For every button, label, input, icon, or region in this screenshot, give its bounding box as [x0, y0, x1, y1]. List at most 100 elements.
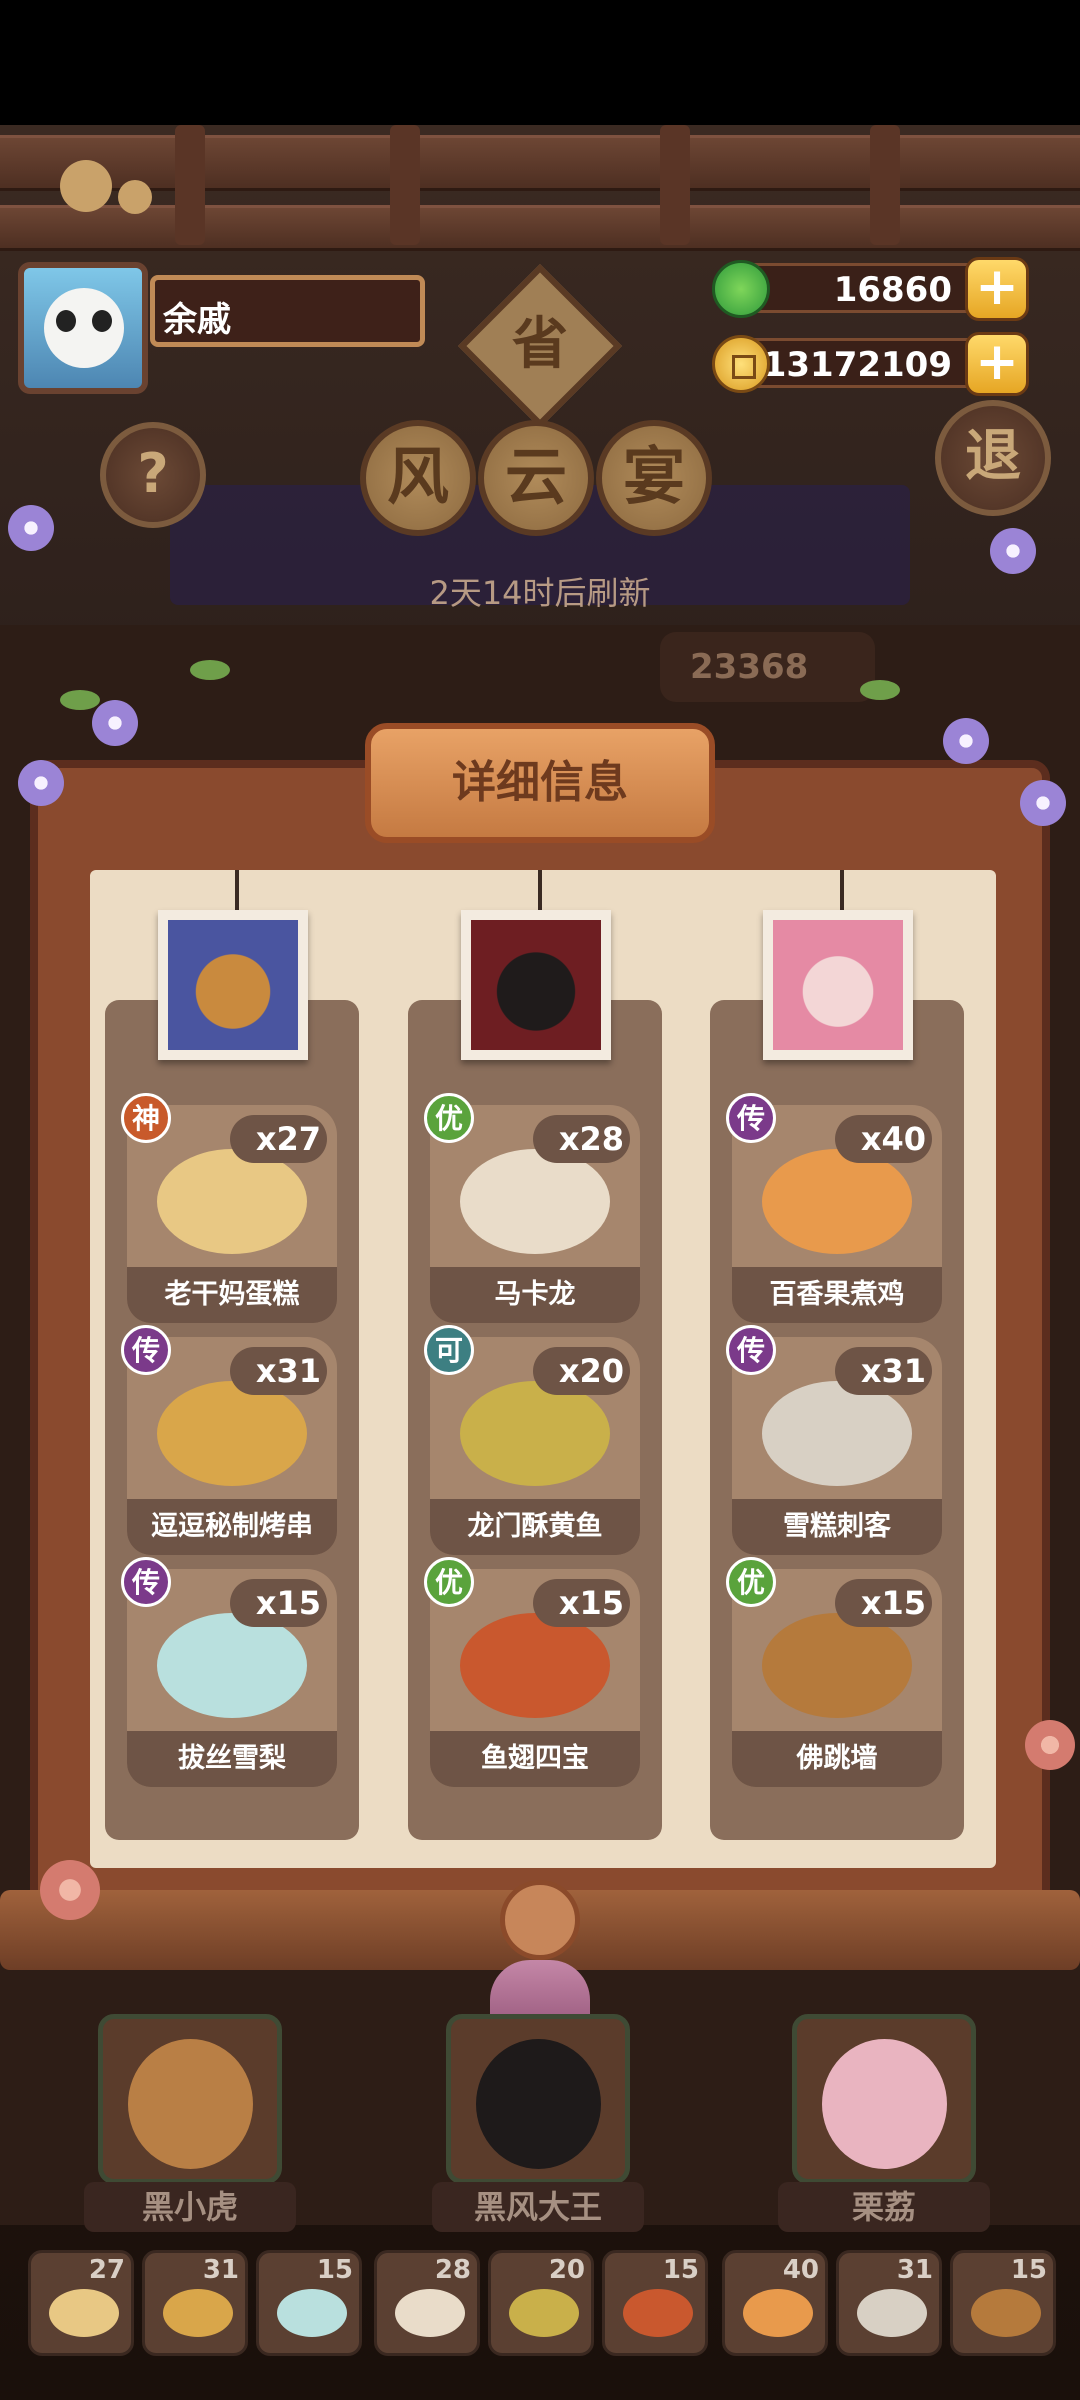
dish-count: x15	[532, 1579, 630, 1627]
hero-card[interactable]	[446, 2014, 630, 2184]
flower-icon	[990, 528, 1036, 574]
title-char-yan: 宴	[596, 420, 712, 536]
panda-icon	[44, 288, 124, 368]
mini-count: 15	[662, 2255, 699, 2285]
add-coin-button[interactable]: +	[965, 332, 1029, 396]
fish-icon	[460, 1381, 610, 1486]
dish-card[interactable]: x40 传 百香果煮鸡	[726, 1093, 942, 1323]
mini-dish-slot[interactable]: 15	[602, 2250, 708, 2356]
score-display: 23368	[660, 632, 875, 702]
player-name: 余戚	[163, 300, 231, 340]
mini-count: 31	[896, 2255, 933, 2285]
player-avatar[interactable]	[18, 262, 148, 394]
chicken-icon	[762, 1149, 912, 1254]
knot-icon	[500, 1880, 580, 1960]
dish-name: 逗逗秘制烤串	[127, 1499, 337, 1555]
platter-icon	[623, 2289, 693, 2337]
roof-post	[175, 125, 205, 245]
dish-name: 龙门酥黄鱼	[430, 1499, 640, 1555]
pink-girl-icon	[773, 920, 903, 1050]
mini-count: 20	[548, 2255, 585, 2285]
flower-icon	[92, 700, 138, 746]
skewer-icon	[163, 2289, 233, 2337]
dish-name: 马卡龙	[430, 1267, 640, 1323]
dish-count: x15	[229, 1579, 327, 1627]
jade-value: 16860	[833, 270, 952, 310]
chick-icon	[60, 160, 112, 212]
cake-icon	[49, 2289, 119, 2337]
flower-icon	[8, 505, 54, 551]
dish-card[interactable]: x31 传 雪糕刺客	[726, 1325, 942, 1555]
chick-small-icon	[118, 180, 152, 214]
macaron-icon	[460, 1149, 610, 1254]
mini-dish-slot[interactable]: 28	[374, 2250, 480, 2356]
dish-card[interactable]: x28 优 马卡龙	[424, 1093, 640, 1323]
rarity-badge: 传	[121, 1557, 171, 1607]
rarity-badge: 可	[424, 1325, 474, 1375]
mini-count: 31	[202, 2255, 239, 2285]
rarity-badge: 优	[424, 1093, 474, 1143]
soup-pot-icon	[762, 1613, 912, 1718]
dish-name: 鱼翅四宝	[430, 1731, 640, 1787]
mini-dish-slot[interactable]: 31	[142, 2250, 248, 2356]
coin-value: 13172109	[762, 345, 952, 385]
title-char-yun: 云	[478, 420, 594, 536]
province-char: 省	[512, 312, 568, 377]
blossom-icon	[1025, 1720, 1075, 1770]
pear-icon	[277, 2289, 347, 2337]
player-name-plate: 余戚	[150, 275, 425, 347]
roof-beam	[0, 135, 1080, 191]
panel-title: 详细信息	[452, 757, 628, 808]
dish-card[interactable]: x27 神 老干妈蛋糕	[121, 1093, 337, 1323]
roof-post	[660, 125, 690, 245]
dish-count: x28	[532, 1115, 630, 1163]
exit-button[interactable]: 退	[935, 400, 1051, 516]
rarity-badge: 神	[121, 1093, 171, 1143]
dish-count: x31	[229, 1347, 327, 1395]
dish-card[interactable]: x31 传 逗逗秘制烤串	[121, 1325, 337, 1555]
dish-name: 佛跳墙	[732, 1731, 942, 1787]
hanging-string	[235, 870, 239, 910]
title-char-feng: 风	[360, 420, 476, 536]
dish-count: x31	[834, 1347, 932, 1395]
dish-count: x20	[532, 1347, 630, 1395]
add-jade-button[interactable]: +	[965, 257, 1029, 321]
mini-dish-slot[interactable]: 15	[950, 2250, 1056, 2356]
dish-name: 拔丝雪梨	[127, 1731, 337, 1787]
rarity-badge: 优	[726, 1557, 776, 1607]
gold-coin-icon	[712, 335, 770, 393]
mini-dish-slot[interactable]: 40	[722, 2250, 828, 2356]
dish-card[interactable]: x15 传 拔丝雪梨	[121, 1557, 337, 1787]
chicken-icon	[743, 2289, 813, 2337]
rarity-badge: 传	[121, 1325, 171, 1375]
help-button[interactable]: ?	[100, 422, 206, 528]
mini-dish-slot[interactable]: 31	[836, 2250, 942, 2356]
macaron-icon	[395, 2289, 465, 2337]
rarity-badge: 传	[726, 1093, 776, 1143]
portrait-bear[interactable]	[158, 910, 308, 1060]
mini-dish-slot[interactable]: 27	[28, 2250, 134, 2356]
hanging-string	[538, 870, 542, 910]
icecream-icon	[857, 2289, 927, 2337]
mini-dish-slot[interactable]: 15	[256, 2250, 362, 2356]
dish-card[interactable]: x15 优 佛跳墙	[726, 1557, 942, 1787]
hero-card[interactable]	[792, 2014, 976, 2184]
roof-post	[870, 125, 900, 245]
portrait-black-bear[interactable]	[461, 910, 611, 1060]
refresh-timer: 2天14时后刷新	[429, 574, 651, 612]
hero-card[interactable]	[98, 2014, 282, 2184]
dish-card[interactable]: x15 优 鱼翅四宝	[424, 1557, 640, 1787]
mini-dish-slot[interactable]: 20	[488, 2250, 594, 2356]
dish-card[interactable]: x20 可 龙门酥黄鱼	[424, 1325, 640, 1555]
portrait-pink-girl[interactable]	[763, 910, 913, 1060]
dish-count: x27	[229, 1115, 327, 1163]
leaf-icon	[190, 660, 230, 680]
platter-icon	[460, 1613, 610, 1718]
hanging-string	[840, 870, 844, 910]
flower-icon	[943, 718, 989, 764]
mini-count: 15	[316, 2255, 353, 2285]
dish-name: 百香果煮鸡	[732, 1267, 942, 1323]
leaf-icon	[60, 690, 100, 710]
dish-name: 老干妈蛋糕	[127, 1267, 337, 1323]
flower-icon	[18, 760, 64, 806]
